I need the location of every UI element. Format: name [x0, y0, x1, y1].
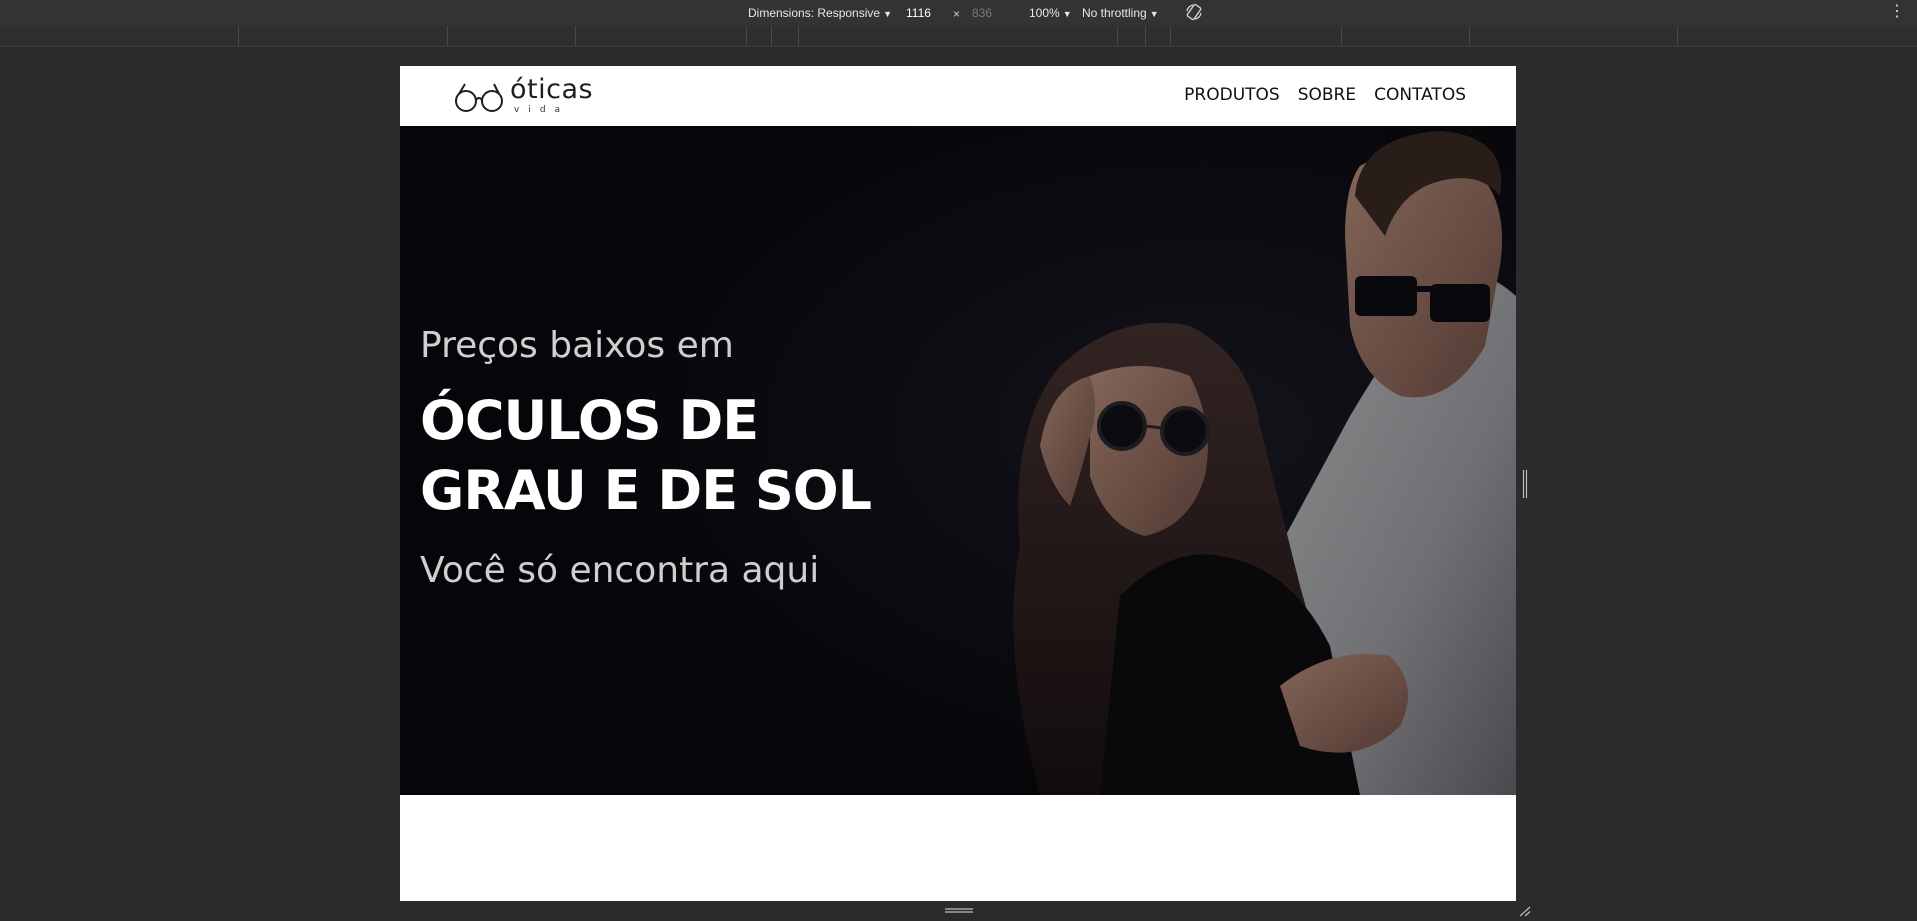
times-sign: ×: [953, 7, 961, 21]
chevron-down-icon: ▼: [883, 9, 892, 19]
ruler-tick: [238, 26, 239, 46]
ruler-tick: [771, 26, 772, 46]
resize-handle-corner[interactable]: [1518, 905, 1532, 917]
nav-link-produtos[interactable]: PRODUTOS: [1184, 84, 1280, 106]
zoom-dropdown[interactable]: 100% ▼: [1029, 5, 1072, 22]
resize-handle-right[interactable]: [1522, 470, 1528, 498]
media-query-ruler: [0, 26, 1917, 47]
hero-title-line-2: GRAU E DE SOL: [420, 459, 872, 522]
responsive-viewport: óticas vida PRODUTOS SOBRE CONTATOS Preç…: [400, 66, 1516, 901]
width-input[interactable]: 1116: [906, 5, 931, 21]
rotate-icon[interactable]: [1184, 2, 1204, 22]
chevron-down-icon: ▼: [1149, 9, 1159, 19]
ruler-tick: [798, 26, 799, 46]
zoom-label: 100%: [1029, 6, 1060, 20]
nav-link-contatos[interactable]: CONTATOS: [1374, 84, 1466, 106]
hero-text-block: Preços baixos em ÓCULOS DE GRAU E DE SOL…: [420, 326, 940, 592]
logo-subtitle: vida: [514, 105, 570, 115]
site-header: óticas vida PRODUTOS SOBRE CONTATOS: [400, 66, 1516, 126]
dimensions-label: Dimensions: Responsive: [748, 6, 881, 20]
ruler-tick: [575, 26, 576, 46]
ruler-tick: [447, 26, 448, 46]
hero-banner: Preços baixos em ÓCULOS DE GRAU E DE SOL…: [400, 126, 1516, 795]
content-section: [400, 795, 1516, 901]
ruler-tick: [1170, 26, 1171, 46]
logo[interactable]: óticas vida: [454, 74, 614, 118]
ruler-tick: [1469, 26, 1470, 46]
throttling-dropdown[interactable]: No throttling ▼: [1082, 5, 1159, 22]
ruler-tick: [1677, 26, 1678, 46]
chevron-down-icon: ▼: [1062, 9, 1072, 19]
hero-tagline: Preços baixos em: [420, 325, 734, 366]
hero-title-line-1: ÓCULOS DE: [420, 389, 759, 452]
hero-subtitle: Você só encontra aqui: [420, 550, 820, 591]
main-nav: PRODUTOS SOBRE CONTATOS: [1184, 84, 1466, 106]
height-input[interactable]: 836: [972, 5, 992, 21]
nav-link-sobre[interactable]: SOBRE: [1298, 84, 1356, 106]
ruler-tick: [746, 26, 747, 46]
ruler-tick: [1117, 26, 1118, 46]
devtools-device-toolbar: Dimensions: Responsive ▼ 1116 × 836 100% ▼…: [0, 0, 1917, 26]
resize-handle-bottom[interactable]: [945, 907, 973, 915]
kebab-icon[interactable]: ⋮: [1889, 4, 1905, 20]
ruler-tick: [1145, 26, 1146, 46]
ruler-tick: [1341, 26, 1342, 46]
logo-wordmark: óticas: [510, 74, 594, 105]
glasses-icon: [455, 83, 503, 112]
dimensions-dropdown[interactable]: Dimensions: Responsive ▼: [748, 5, 892, 22]
hero-title: ÓCULOS DE GRAU E DE SOL: [420, 386, 940, 526]
throttling-label: No throttling: [1082, 6, 1147, 20]
